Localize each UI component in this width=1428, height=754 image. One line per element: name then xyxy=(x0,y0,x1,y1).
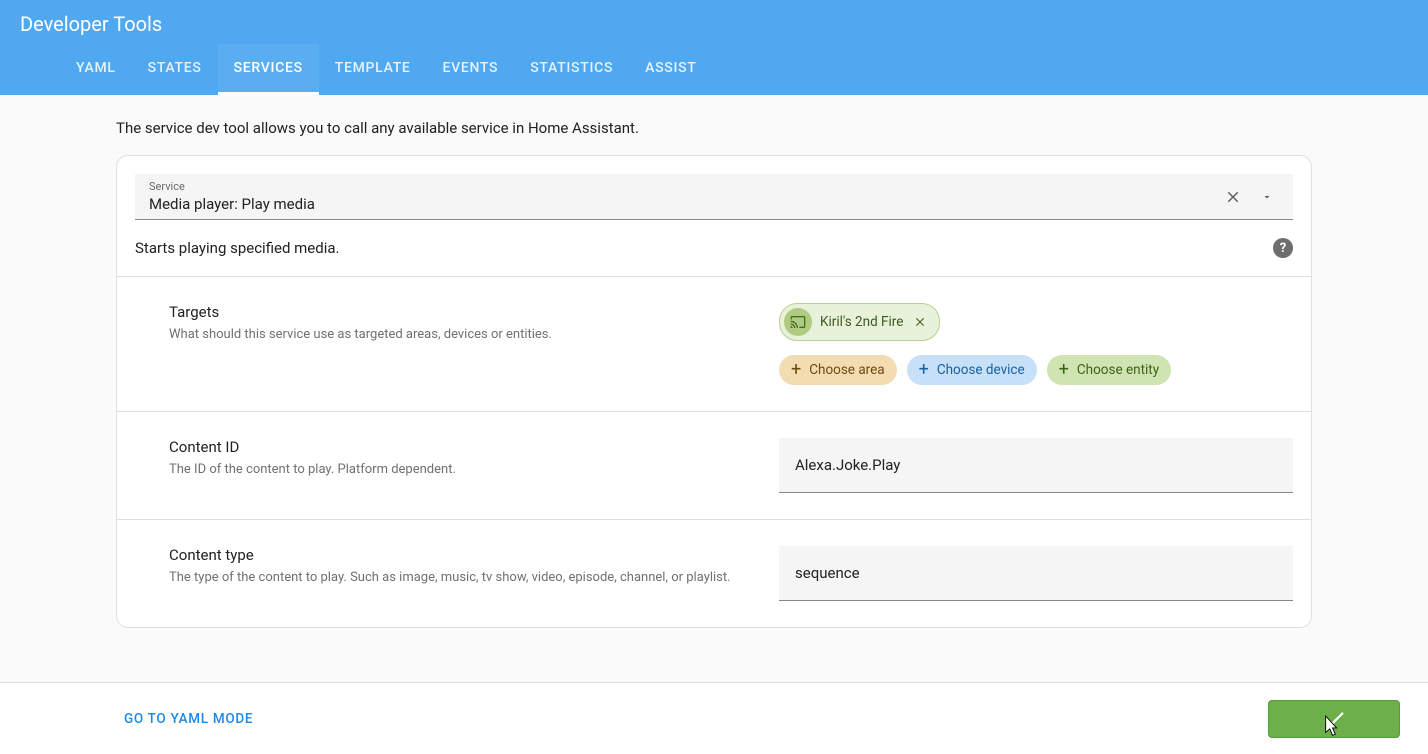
app-header: Developer Tools YAML STATES SERVICES TEM… xyxy=(0,0,1428,95)
choose-entity-chip[interactable]: + Choose entity xyxy=(1047,355,1171,385)
choose-area-label: Choose area xyxy=(809,362,884,378)
choose-device-chip[interactable]: + Choose device xyxy=(907,355,1037,385)
content-id-left: Content ID The ID of the content to play… xyxy=(169,438,779,477)
content-area: The service dev tool allows you to call … xyxy=(0,95,1428,628)
bottom-bar: GO TO YAML MODE xyxy=(0,682,1428,754)
service-select-icons xyxy=(1221,185,1279,209)
targets-left: Targets What should this service use as … xyxy=(169,303,779,342)
tab-events[interactable]: EVENTS xyxy=(427,44,515,95)
selected-entity-chip[interactable]: Kiril's 2nd Fire xyxy=(779,303,940,341)
content-type-row: Content type The type of the content to … xyxy=(117,520,1311,627)
cast-icon xyxy=(784,308,812,336)
yaml-mode-link[interactable]: GO TO YAML MODE xyxy=(124,711,253,727)
content-id-row: Content ID The ID of the content to play… xyxy=(117,412,1311,520)
selected-entity-label: Kiril's 2nd Fire xyxy=(820,314,903,330)
plus-icon: + xyxy=(1059,361,1069,379)
intro-text: The service dev tool allows you to call … xyxy=(116,119,1312,137)
tab-services[interactable]: SERVICES xyxy=(218,44,319,95)
check-icon xyxy=(1321,706,1347,732)
targets-title: Targets xyxy=(169,303,759,321)
clear-icon[interactable] xyxy=(1221,185,1245,209)
tab-assist[interactable]: ASSIST xyxy=(629,44,712,95)
call-service-button[interactable] xyxy=(1268,700,1400,738)
choose-device-label: Choose device xyxy=(937,362,1025,378)
target-pickers: + Choose area + Choose device + Choose e… xyxy=(779,355,1171,385)
content-id-input[interactable] xyxy=(779,438,1293,493)
tab-statistics[interactable]: STATISTICS xyxy=(514,44,629,95)
tab-states[interactable]: STATES xyxy=(132,44,218,95)
service-select[interactable]: Service Media player: Play media xyxy=(135,174,1293,220)
plus-icon: + xyxy=(791,361,801,379)
content-type-left: Content type The type of the content to … xyxy=(169,546,779,585)
content-type-input[interactable] xyxy=(779,546,1293,601)
service-select-value: Media player: Play media xyxy=(149,195,1221,213)
dropdown-icon[interactable] xyxy=(1255,185,1279,209)
help-icon[interactable]: ? xyxy=(1273,238,1293,258)
tab-yaml[interactable]: YAML xyxy=(60,44,132,95)
content-id-help: The ID of the content to play. Platform … xyxy=(169,462,759,477)
targets-right: Kiril's 2nd Fire + Choose area + Choose … xyxy=(779,303,1293,385)
remove-entity-icon[interactable] xyxy=(911,315,929,329)
tabs: YAML STATES SERVICES TEMPLATE EVENTS STA… xyxy=(0,40,1428,95)
service-description-row: Starts playing specified media. ? xyxy=(117,220,1311,277)
content-id-title: Content ID xyxy=(169,438,759,456)
content-type-help: The type of the content to play. Such as… xyxy=(169,570,759,585)
service-select-label: Service xyxy=(149,180,1221,193)
plus-icon: + xyxy=(919,361,929,379)
content-type-title: Content type xyxy=(169,546,759,564)
tab-template[interactable]: TEMPLATE xyxy=(319,44,427,95)
service-select-text: Service Media player: Play media xyxy=(149,180,1221,213)
choose-entity-label: Choose entity xyxy=(1077,362,1159,378)
targets-help: What should this service use as targeted… xyxy=(169,327,759,342)
targets-row: Targets What should this service use as … xyxy=(117,277,1311,412)
service-description: Starts playing specified media. xyxy=(135,239,1273,257)
page-title: Developer Tools xyxy=(0,0,1428,40)
service-card: Service Media player: Play media Starts … xyxy=(116,155,1312,628)
choose-area-chip[interactable]: + Choose area xyxy=(779,355,897,385)
content-id-right xyxy=(779,438,1293,493)
content-type-right xyxy=(779,546,1293,601)
